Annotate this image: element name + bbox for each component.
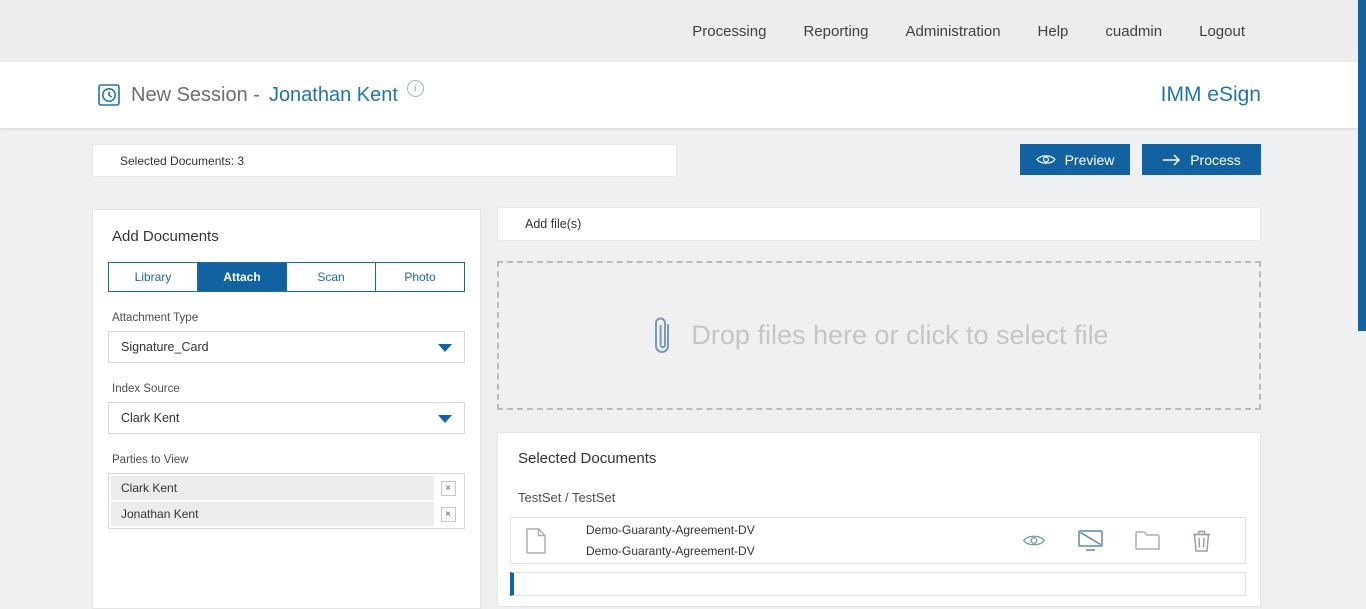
document-row-actions [1022,518,1211,563]
top-nav-bar: Processing Reporting Administration Help… [0,0,1366,62]
tab-photo[interactable]: Photo [376,263,464,291]
remove-party-button[interactable]: × [441,481,456,496]
tab-library[interactable]: Library [109,263,198,291]
party-row: Jonathan Kent × [111,502,462,526]
header-title-group: New Session - Jonathan Kent i [0,83,424,107]
selected-documents-title: Selected Documents [518,450,1244,467]
dropzone-text: Drop files here or click to select file [691,320,1108,351]
index-source-value: Clark Kent [121,411,179,425]
info-icon[interactable]: i [407,80,424,97]
folder-icon[interactable] [1135,531,1160,550]
selected-documents-status-bar: Selected Documents: 3 [92,144,677,177]
document-set-label: TestSet / TestSet [518,490,1244,505]
tab-scan[interactable]: Scan [287,263,376,291]
document-name-lines: Demo-Guaranty-Agreement-DV Demo-Guaranty… [586,523,755,558]
page-header: New Session - Jonathan Kent i IMM eSign [0,62,1366,128]
page-title: New Session - [131,84,260,107]
party-remove-cell: × [434,502,462,526]
add-files-label: Add file(s) [525,217,581,231]
party-remove-cell: × [434,476,462,500]
tab-attach[interactable]: Attach [198,263,287,291]
brand-logo: IMM eSign [1161,83,1261,107]
index-source-label: Index Source [108,383,465,395]
index-source-select[interactable]: Clark Kent [108,402,465,434]
nav-item-help[interactable]: Help [1038,23,1069,40]
parties-to-view-list: Clark Kent × Jonathan Kent × [108,473,465,529]
chevron-down-icon [438,415,452,423]
party-row: Clark Kent × [111,476,462,500]
nav-item-administration[interactable]: Administration [906,23,1001,40]
process-button-label: Process [1190,152,1241,168]
chevron-down-icon [438,344,452,352]
attachment-type-label: Attachment Type [108,312,465,324]
add-files-bar: Add file(s) [497,207,1261,241]
attachment-type-value: Signature_Card [121,340,209,354]
parties-to-view-label: Parties to View [108,454,465,466]
process-button[interactable]: Process [1142,144,1261,175]
party-name: Clark Kent [111,476,434,500]
nav-item-processing[interactable]: Processing [692,23,766,40]
document-row: Demo-Guaranty-Agreement-DV Demo-Guaranty… [510,517,1246,564]
arrow-right-icon [1162,154,1181,166]
add-documents-tabs: Library Attach Scan Photo [108,262,465,292]
preview-button[interactable]: Preview [1020,144,1130,175]
preview-button-label: Preview [1065,152,1115,168]
party-name: Jonathan Kent [111,502,434,526]
document-name-line-2: Demo-Guaranty-Agreement-DV [586,544,755,558]
document-name-line-1: Demo-Guaranty-Agreement-DV [586,523,755,537]
attachment-type-select[interactable]: Signature_Card [108,331,465,363]
paperclip-icon [649,314,675,358]
add-documents-panel: Add Documents Library Attach Scan Photo … [92,209,481,609]
view-document-button[interactable] [1022,533,1046,548]
scrollbar-thumb[interactable] [1358,0,1366,331]
new-session-icon[interactable] [97,83,121,107]
document-row-partial [510,572,1246,596]
nav-item-cuadmin[interactable]: cuadmin [1105,23,1162,40]
document-icon [526,528,546,554]
selected-documents-count: Selected Documents: 3 [120,154,244,168]
add-documents-title: Add Documents [108,228,465,245]
nav-item-reporting[interactable]: Reporting [803,23,868,40]
remove-party-button[interactable]: × [441,507,456,522]
eye-icon [1036,153,1056,166]
session-name: Jonathan Kent [269,84,398,107]
selected-documents-card: Selected Documents TestSet / TestSet Dem… [497,432,1261,607]
signature-pad-disabled-icon[interactable] [1078,530,1103,551]
trash-icon[interactable] [1192,529,1211,552]
nav-item-logout[interactable]: Logout [1199,23,1245,40]
file-dropzone[interactable]: Drop files here or click to select file [497,261,1261,410]
